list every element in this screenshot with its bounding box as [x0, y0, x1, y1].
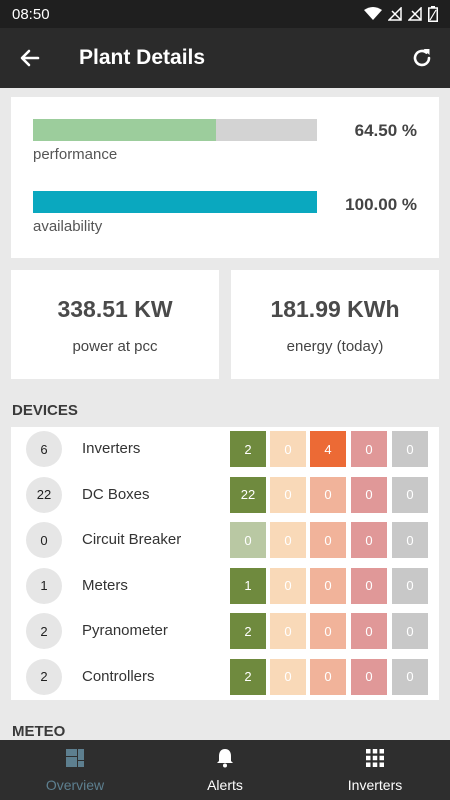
no-signal-icon: [388, 7, 402, 21]
status-cell-ok[interactable]: 2: [230, 431, 266, 467]
status-cell-offline[interactable]: 0: [392, 567, 428, 604]
status-cell-critical[interactable]: 0: [310, 658, 346, 695]
device-name: Circuit Breaker: [82, 531, 182, 548]
status-cell-warning[interactable]: 0: [270, 522, 306, 558]
device-row[interactable]: 22 DC Boxes 22 0 0 0 0: [11, 476, 439, 513]
devices-heading: DEVICES: [12, 402, 78, 419]
status-cell-error[interactable]: 0: [351, 658, 387, 695]
status-cell-error[interactable]: 0: [351, 522, 387, 558]
dashboard-icon: [66, 749, 84, 767]
nav-inverters[interactable]: Inverters: [300, 740, 450, 800]
status-cell-critical[interactable]: 0: [310, 613, 346, 649]
status-cell-error[interactable]: 0: [351, 476, 387, 513]
status-cell-critical[interactable]: 0: [310, 476, 346, 513]
status-cell-ok[interactable]: 2: [230, 658, 266, 695]
status-cell-offline[interactable]: 0: [392, 613, 428, 649]
device-count-badge: 2: [26, 613, 62, 649]
status-cell-critical[interactable]: 4: [310, 431, 346, 467]
device-count-badge: 0: [26, 522, 62, 558]
status-cell-ok[interactable]: 2: [230, 613, 266, 649]
refresh-icon[interactable]: [408, 44, 436, 72]
status-cell-error[interactable]: 0: [351, 613, 387, 649]
status-cell-ok[interactable]: 0: [230, 522, 266, 558]
status-cell-warning[interactable]: 0: [270, 567, 306, 604]
device-row[interactable]: 0 Circuit Breaker 0 0 0 0 0: [11, 522, 439, 558]
device-row[interactable]: 2 Controllers 2 0 0 0 0: [11, 658, 439, 695]
device-count-badge: 22: [26, 476, 62, 513]
back-arrow-icon[interactable]: [16, 44, 44, 72]
status-cell-critical[interactable]: 0: [310, 522, 346, 558]
availability-bar-fill: [33, 191, 317, 213]
nav-inverters-label: Inverters: [347, 777, 403, 793]
status-cell-offline[interactable]: 0: [392, 522, 428, 558]
nav-alerts-label: Alerts: [207, 777, 243, 793]
device-row[interactable]: 2 Pyranometer 2 0 0 0 0: [11, 613, 439, 649]
status-icons: [364, 6, 438, 22]
status-cell-offline[interactable]: 0: [392, 431, 428, 467]
nav-alerts[interactable]: Alerts: [150, 740, 300, 800]
status-cell-warning[interactable]: 0: [270, 658, 306, 695]
status-cell-ok[interactable]: 1: [230, 567, 266, 604]
status-cell-error[interactable]: 0: [351, 567, 387, 604]
energy-card: 181.99 KWh energy (today): [231, 270, 439, 379]
performance-card: 64.50 % performance 100.00 % availabilit…: [11, 97, 439, 258]
availability-value: 100.00 %: [345, 195, 417, 214]
performance-bar-fill: [33, 119, 217, 141]
device-count-badge: 6: [26, 431, 62, 467]
device-row[interactable]: 6 Inverters 2 0 4 0 0: [11, 431, 439, 467]
meteo-heading: METEO: [12, 723, 66, 740]
app-bar: Plant Details: [0, 28, 450, 88]
device-name: Inverters: [82, 440, 141, 457]
energy-value: 181.99 KWh: [270, 296, 400, 322]
device-count-badge: 2: [26, 658, 62, 695]
wifi-icon: [364, 7, 382, 20]
nav-overview[interactable]: Overview: [0, 740, 150, 800]
performance-label: performance: [33, 146, 118, 163]
page-title: Plant Details: [79, 46, 206, 69]
availability-label: availability: [33, 218, 103, 235]
power-card: 338.51 KW power at pcc: [11, 270, 219, 379]
power-value: 338.51 KW: [57, 296, 173, 322]
status-cell-error[interactable]: 0: [351, 431, 387, 467]
energy-label: energy (today): [286, 338, 384, 355]
nav-overview-label: Overview: [45, 777, 105, 793]
status-time: 08:50: [12, 5, 50, 23]
device-name: Meters: [82, 576, 128, 594]
status-cell-warning[interactable]: 0: [270, 431, 306, 467]
device-name: Controllers: [82, 667, 155, 685]
status-cell-warning[interactable]: 0: [270, 476, 306, 513]
availability-bar: [33, 191, 317, 213]
status-cell-offline[interactable]: 0: [392, 476, 428, 513]
device-name: DC Boxes: [82, 485, 150, 503]
power-label: power at pcc: [72, 338, 158, 355]
status-cell-critical[interactable]: 0: [310, 567, 346, 604]
battery-icon: [428, 6, 438, 22]
device-count-badge: 1: [26, 567, 62, 604]
performance-value: 64.50 %: [354, 121, 417, 140]
status-cell-offline[interactable]: 0: [392, 658, 428, 695]
status-cell-ok[interactable]: 22: [230, 476, 266, 513]
bell-icon: [217, 749, 233, 768]
performance-bar: [33, 119, 317, 141]
device-name: Pyranometer: [82, 622, 168, 639]
status-bar: 08:50: [0, 0, 450, 28]
devices-card: 6 Inverters 2 0 4 0 0 22 DC Boxes 22 0 0 0 0 0 Circuit …: [11, 427, 439, 700]
status-cell-warning[interactable]: 0: [270, 613, 306, 649]
bottom-navigation: Overview Alerts Inverters: [0, 740, 450, 800]
device-row[interactable]: 1 Meters 1 0 0 0 0: [11, 567, 439, 604]
grid-icon: [366, 749, 384, 767]
no-signal-icon: [408, 7, 422, 21]
